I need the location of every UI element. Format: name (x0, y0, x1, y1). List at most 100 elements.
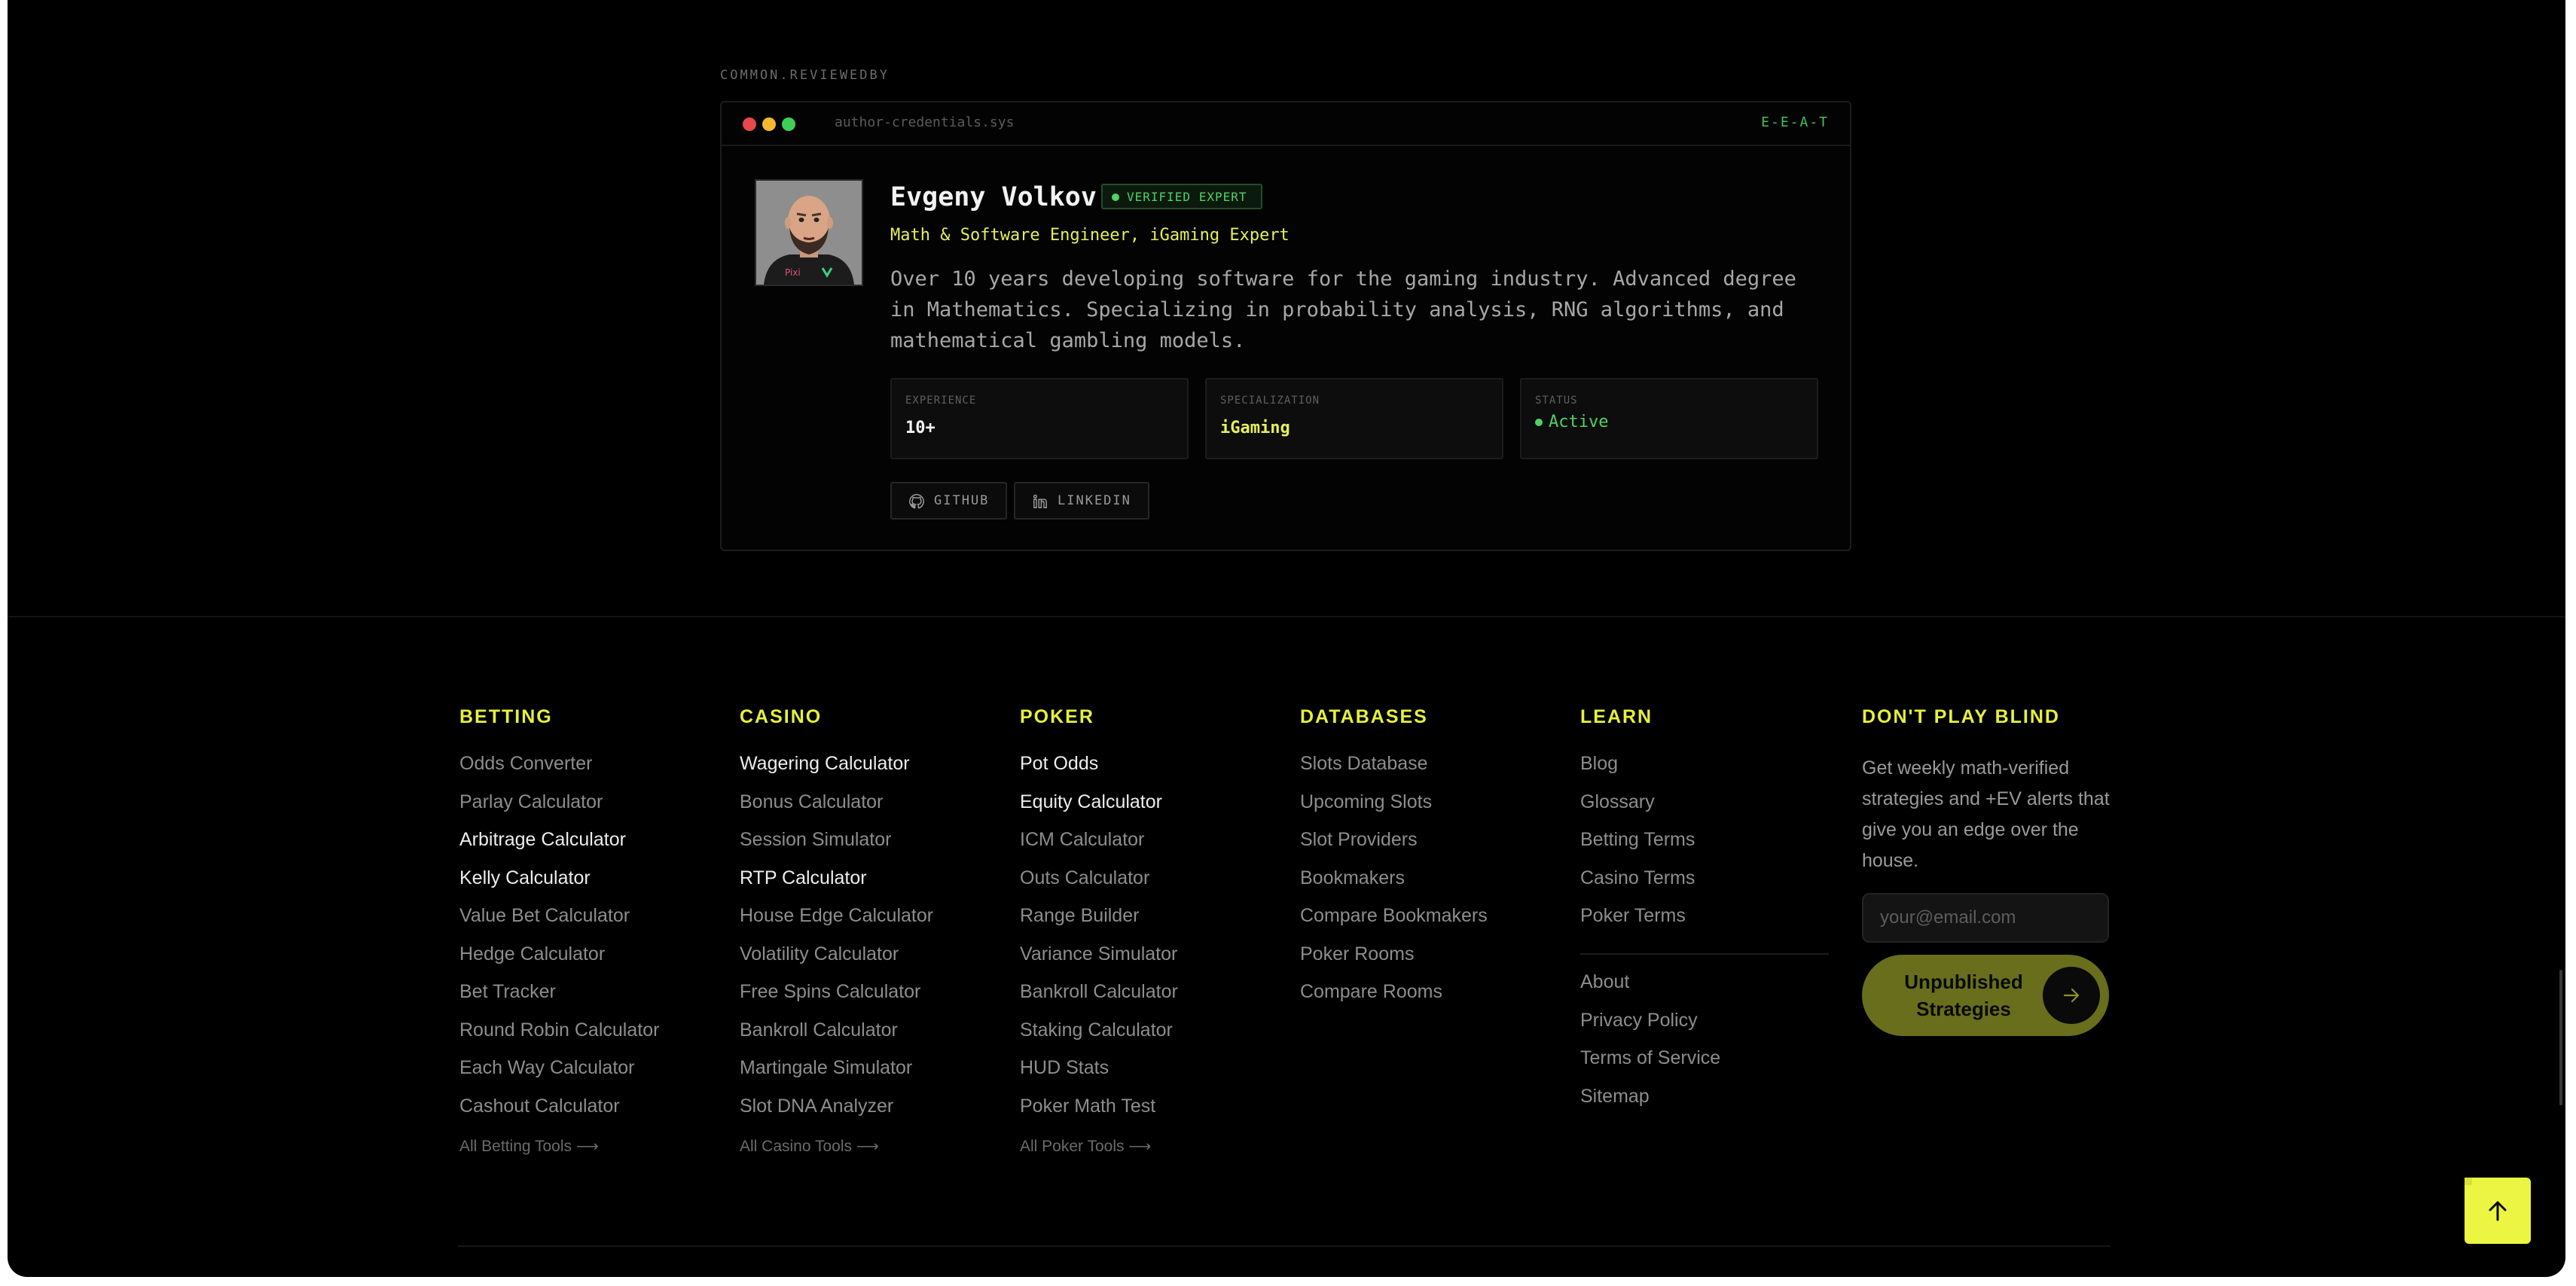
footer-column-title: LEARN (1580, 706, 1653, 727)
footer-link[interactable]: Privacy Policy (1580, 1010, 1720, 1048)
footer-link[interactable]: Bankroll Calculator (1020, 981, 1178, 1019)
footer-bottom-rule (458, 1245, 2111, 1247)
footer-link[interactable]: Variance Simulator (1020, 943, 1178, 982)
footer-link[interactable]: Terms of Service (1580, 1047, 1720, 1086)
footer-link[interactable]: Odds Converter (459, 753, 659, 791)
newsletter-description: Get weekly math-verified strategies and … (1862, 757, 2110, 871)
subscribe-button-label: Unpublished Strategies (1904, 971, 2023, 1020)
page: COMMON.REVIEWEDBY author-credentials.sys… (8, 0, 2565, 1277)
footer-link[interactable]: RTP Calculator (740, 867, 933, 906)
footer-link[interactable]: Slot DNA Analyzer (740, 1096, 933, 1134)
newsletter-title: DON'T PLAY BLIND (1862, 706, 2060, 727)
footer-link[interactable]: About (1580, 971, 1720, 1010)
linkedin-label: LINKEDIN (1058, 493, 1131, 508)
footer-link[interactable]: Slots Database (1300, 753, 1488, 791)
footer-divider (8, 616, 2565, 617)
stat-experience: EXPERIENCE 10+ (890, 378, 1189, 459)
footer-link[interactable]: Session Simulator (740, 829, 933, 867)
footer-link-list: Odds Converter Parlay Calculator Arbitrage… (459, 753, 659, 1133)
close-dot-icon (743, 117, 756, 131)
footer-secondary-link-list: About Privacy Policy Terms of Service Sitem… (1580, 971, 1720, 1123)
footer-link[interactable]: Volatility Calculator (740, 943, 933, 982)
footer-link[interactable]: Glossary (1580, 791, 1695, 830)
author-role: Math & Software Engineer, iGaming Expert (890, 226, 1290, 245)
footer-link[interactable]: Bookmakers (1300, 867, 1488, 906)
avatar-illustration: Pixi (756, 181, 862, 285)
footer-link[interactable]: Kelly Calculator (459, 867, 659, 906)
page-scrollbar-thumb[interactable] (2559, 970, 2562, 1105)
author-name: Evgeny Volkov (890, 182, 1097, 212)
footer-link[interactable]: Compare Rooms (1300, 981, 1488, 1019)
stat-value: iGaming (1220, 419, 1290, 437)
stat-label: EXPERIENCE (905, 395, 977, 407)
footer-link[interactable]: Blog (1580, 753, 1695, 791)
footer-link[interactable]: Poker Math Test (1020, 1096, 1178, 1134)
eeat-tag: E-E-A-T (1761, 114, 1829, 130)
learn-separator (1580, 953, 1829, 955)
svg-text:Pixi: Pixi (785, 267, 801, 278)
subscribe-button[interactable]: Unpublished Strategies (1862, 955, 2109, 1036)
footer-link[interactable]: Equity Calculator (1020, 791, 1178, 830)
arrow-up-icon (2489, 1201, 2507, 1221)
reviewed-by-label: COMMON.REVIEWEDBY (720, 68, 890, 83)
author-credentials-card: author-credentials.sys E-E-A-T Pixi Evge… (720, 101, 1851, 551)
footer-link[interactable]: Martingale Simulator (740, 1057, 933, 1096)
subscribe-arrow-circle (2043, 967, 2100, 1024)
footer-link[interactable]: Poker Terms (1580, 905, 1695, 943)
status-active-value: Active (1535, 413, 1608, 431)
all-betting-tools-link[interactable]: All Betting Tools ⟶ (459, 1137, 599, 1156)
linkedin-link[interactable]: LINKEDIN (1014, 482, 1149, 520)
footer-link[interactable]: Staking Calculator (1020, 1019, 1178, 1058)
window-titlebar: author-credentials.sys E-E-A-T (722, 102, 1850, 146)
footer-link[interactable]: Casino Terms (1580, 867, 1695, 906)
footer-link-list: Slots Database Upcoming Slots Slot Provide… (1300, 753, 1488, 1019)
author-bio: Over 10 years developing software for th… (890, 267, 1796, 352)
all-poker-tools-link[interactable]: All Poker Tools ⟶ (1020, 1137, 1151, 1156)
footer-link[interactable]: Outs Calculator (1020, 867, 1178, 906)
footer-link[interactable]: Value Bet Calculator (459, 905, 659, 943)
footer-link[interactable]: Slot Providers (1300, 829, 1488, 867)
github-icon (909, 494, 924, 509)
footer-link[interactable]: Parlay Calculator (459, 791, 659, 830)
github-link[interactable]: GITHUB (890, 482, 1008, 520)
footer-link[interactable]: Cashout Calculator (459, 1096, 659, 1134)
newsletter-email-input[interactable] (1862, 893, 2109, 943)
avatar: Pixi (755, 179, 863, 286)
footer-link[interactable]: Hedge Calculator (459, 943, 659, 982)
footer-column-title: POKER (1020, 706, 1094, 727)
footer-link[interactable]: Betting Terms (1580, 829, 1695, 867)
window-file-name: author-credentials.sys (835, 114, 1015, 130)
footer-column-title: DATABASES (1300, 706, 1428, 727)
arrow-right-icon (2063, 988, 2080, 1003)
minimize-dot-icon (762, 117, 776, 131)
footer-link[interactable]: Bankroll Calculator (740, 1019, 933, 1058)
all-casino-tools-link[interactable]: All Casino Tools ⟶ (740, 1137, 879, 1156)
footer-link[interactable]: Bet Tracker (459, 981, 659, 1019)
footer-link-list: Blog Glossary Betting Terms Casino Terms Pok… (1580, 753, 1695, 943)
footer-link[interactable]: Pot Odds (1020, 753, 1178, 791)
scroll-to-top-button[interactable] (2465, 1178, 2531, 1244)
footer-link[interactable]: Range Builder (1020, 905, 1178, 943)
footer-link[interactable]: Compare Bookmakers (1300, 905, 1488, 943)
footer-column-title: CASINO (740, 706, 823, 727)
footer-link[interactable]: Each Way Calculator (459, 1057, 659, 1096)
footer-link[interactable]: Upcoming Slots (1300, 791, 1488, 830)
footer-link-list: Pot Odds Equity Calculator ICM Calculator O… (1020, 753, 1178, 1133)
footer-column-title: BETTING (459, 706, 553, 727)
verified-expert-badge: VERIFIED EXPERT (1101, 184, 1262, 209)
stat-label: STATUS (1535, 395, 1578, 407)
footer-link[interactable]: Wagering Calculator (740, 753, 933, 791)
footer-link[interactable]: HUD Stats (1020, 1057, 1178, 1096)
footer-link[interactable]: ICM Calculator (1020, 829, 1178, 867)
footer-link[interactable]: Free Spins Calculator (740, 981, 933, 1019)
footer-link[interactable]: Arbitrage Calculator (459, 829, 659, 867)
footer-link[interactable]: Poker Rooms (1300, 943, 1488, 982)
footer-link[interactable]: House Edge Calculator (740, 905, 933, 943)
stat-value: 10+ (905, 419, 935, 437)
footer-link[interactable]: Round Robin Calculator (459, 1019, 659, 1058)
github-label: GITHUB (934, 493, 990, 508)
stat-status: STATUS Active (1520, 378, 1818, 459)
maximize-dot-icon (782, 117, 795, 131)
footer-link[interactable]: Bonus Calculator (740, 791, 933, 830)
footer-link[interactable]: Sitemap (1580, 1086, 1720, 1124)
